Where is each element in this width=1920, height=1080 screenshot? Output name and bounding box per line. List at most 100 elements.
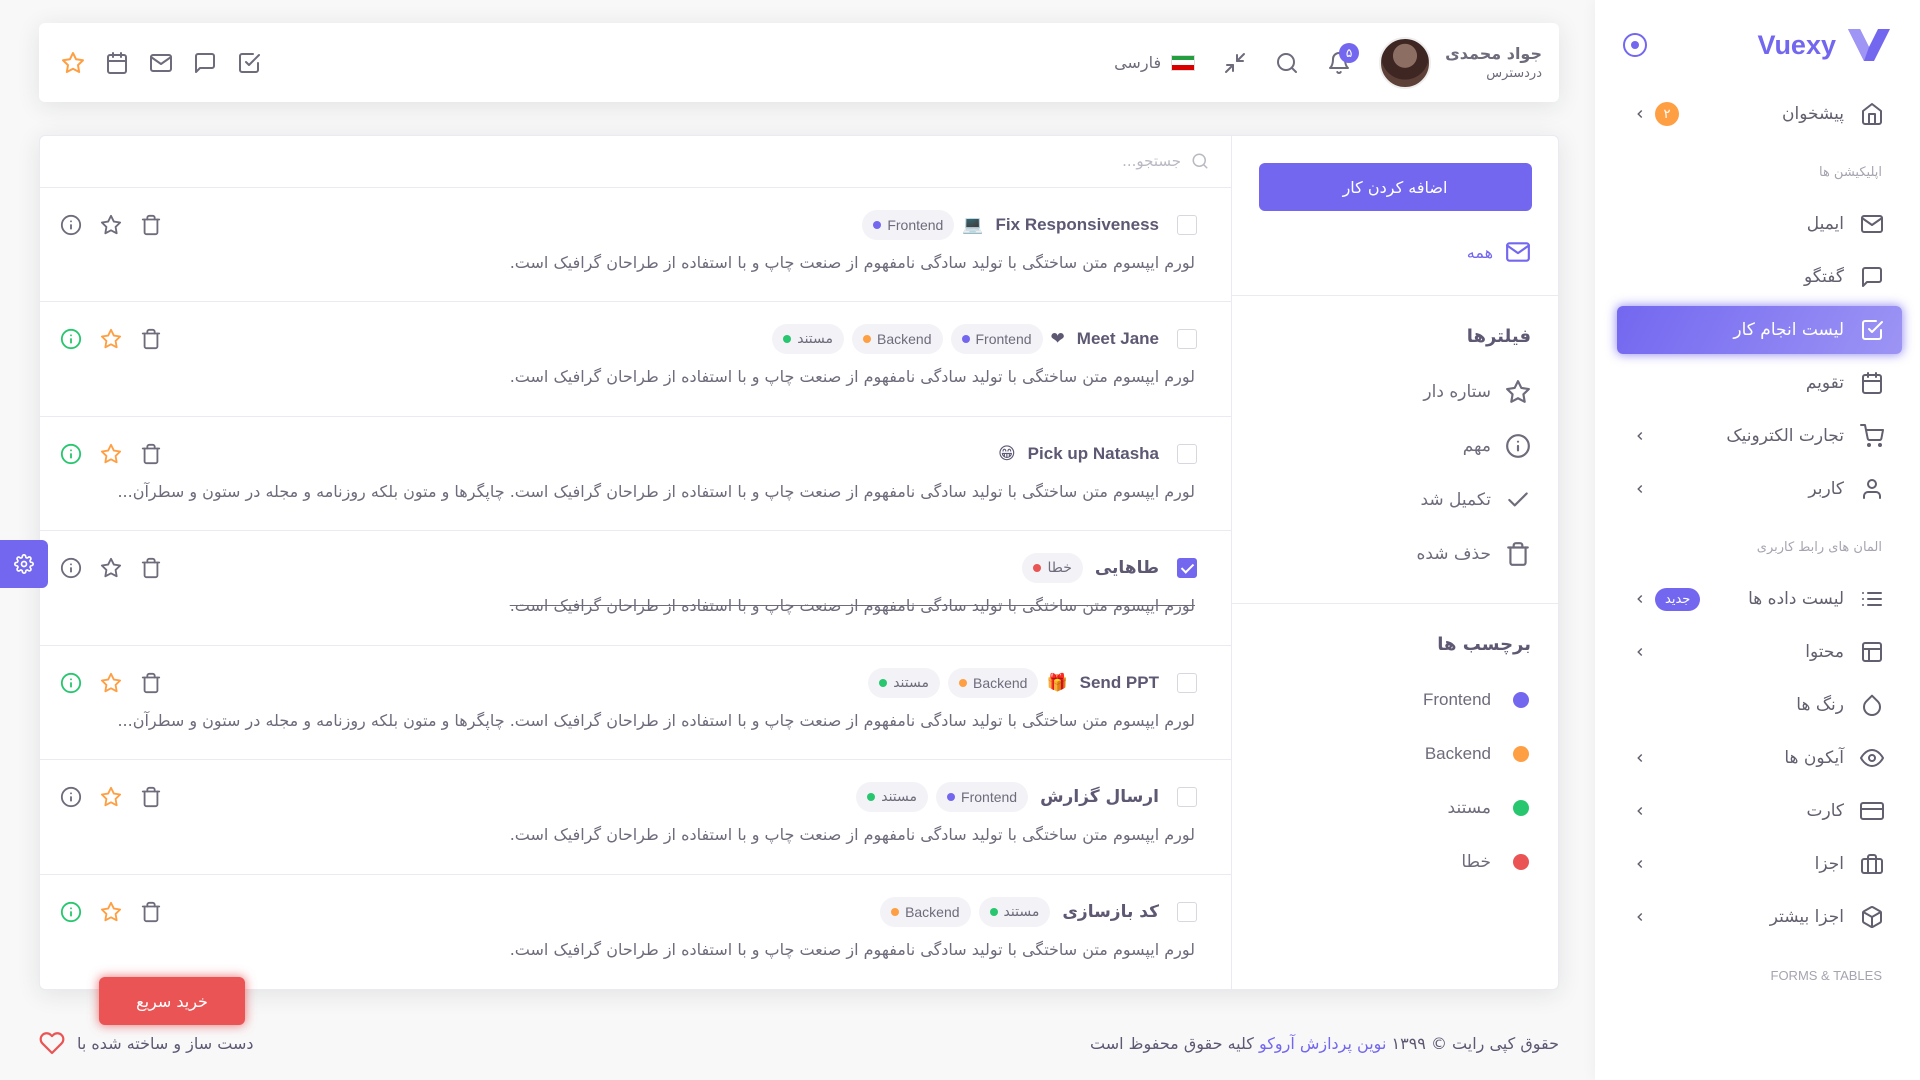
tag-label: Frontend	[1422, 690, 1491, 709]
task-item[interactable]: Fix Responsiveness 💻 Frontend لورم ایپسوم م…	[40, 188, 1231, 302]
filter-completed[interactable]: تکمیل شد	[1232, 473, 1558, 527]
task-checkbox[interactable]	[1177, 901, 1197, 922]
todo-bookmark[interactable]	[237, 51, 261, 75]
info-icon[interactable]	[60, 443, 82, 465]
star-icon[interactable]	[100, 328, 122, 350]
task-search	[40, 136, 1231, 188]
layout-icon	[1862, 642, 1882, 662]
avatar[interactable]	[1379, 36, 1432, 89]
info-icon[interactable]	[60, 557, 82, 579]
tag-doc[interactable]: مستند	[1232, 781, 1558, 835]
task-checkbox[interactable]	[1177, 787, 1197, 807]
task-item[interactable]: Pick up Natasha 😁 لورم ایپسوم متن ساختگی ب…	[40, 417, 1231, 531]
gear-icon	[14, 554, 34, 574]
search-button[interactable]	[1275, 51, 1299, 75]
task-checkbox[interactable]	[1177, 329, 1197, 349]
minimize-icon	[1225, 52, 1246, 73]
task-actions	[60, 328, 180, 350]
sidebar-item-content[interactable]: محتوا	[1617, 628, 1902, 676]
task-item[interactable]: ارسال گزارش Frontend مستند لورم ایپسوم متن …	[40, 760, 1231, 875]
sidebar-item-chat[interactable]: گفتگو	[1617, 253, 1902, 301]
sidebar-item-card[interactable]: کارت	[1617, 787, 1902, 835]
chevron-left-icon	[1637, 594, 1643, 604]
fullscreen-button[interactable]	[1223, 51, 1247, 75]
filter-all[interactable]: همه	[1232, 211, 1558, 296]
sidebar-item-user[interactable]: کاربر	[1617, 465, 1902, 513]
todo-list-panel: Fix Responsiveness 💻 Frontend لورم ایپسوم م…	[40, 136, 1231, 989]
notifications-button[interactable]: ۵	[1327, 42, 1360, 75]
task-actions	[60, 786, 180, 808]
task-description: لورم ایپسوم متن ساختگی با تولید سادگی نا…	[509, 367, 1195, 386]
sidebar-item-extra-components[interactable]: اجزا بیشتر	[1617, 893, 1902, 941]
new-badge: جدید	[1655, 587, 1701, 611]
sidebar-item-todo[interactable]: لیست انجام کار	[1617, 306, 1902, 354]
bookmark-star-button[interactable]	[61, 51, 85, 75]
trash-icon[interactable]	[140, 328, 162, 350]
brand[interactable]: Vuexy	[1595, 0, 1920, 90]
filter-deleted[interactable]: حذف شده	[1232, 527, 1558, 581]
chat-bookmark[interactable]	[193, 51, 217, 75]
sidebar-item-label: اجزا	[1814, 854, 1844, 874]
tag-bug[interactable]: خطا	[1232, 835, 1558, 889]
task-checkbox[interactable]	[1177, 672, 1197, 693]
chevron-left-icon	[1637, 431, 1643, 441]
buy-now-button[interactable]: خرید سریع	[99, 977, 245, 1025]
company-link[interactable]: نوین پردازش آروکو	[1259, 1034, 1386, 1053]
trash-icon[interactable]	[140, 214, 162, 236]
tag-dot-icon	[947, 793, 956, 801]
chevron-left-icon	[1637, 484, 1643, 494]
filter-starred[interactable]: ستاره دار	[1232, 365, 1558, 419]
sidebar-item-components[interactable]: اجزا	[1617, 840, 1902, 888]
sidebar-item-email[interactable]: ایمیل	[1617, 200, 1902, 248]
tag-dot-icon	[989, 907, 998, 916]
collapse-toggle-icon[interactable]	[1623, 33, 1647, 57]
tag-frontend[interactable]: Frontend	[1232, 673, 1558, 727]
task-item[interactable]: Send PPT 🎁 Backend مستند لورم ایپسوم متن ساخ…	[40, 646, 1231, 760]
info-icon[interactable]	[60, 786, 82, 808]
trash-icon[interactable]	[140, 443, 162, 465]
star-icon[interactable]	[100, 901, 122, 923]
task-checkbox[interactable]	[1177, 443, 1197, 464]
star-icon[interactable]	[100, 214, 122, 236]
task-tag-label: مستند	[1003, 903, 1040, 920]
copyright-text: حقوق کپی رایت © ۱۳۹۹ نوین پردازش آروکو ک…	[1090, 1034, 1559, 1053]
star-icon[interactable]	[100, 786, 122, 808]
task-item[interactable]: کد بازسازی مستند Backend لورم ایپسوم متن سا…	[40, 875, 1231, 990]
filter-important[interactable]: مهم	[1232, 419, 1558, 473]
trash-icon[interactable]	[140, 901, 162, 923]
task-item[interactable]: طاهایی خطا لورم ایپسوم متن ساختگی با تولید…	[40, 531, 1231, 646]
add-task-button[interactable]: اضافه کردن کار	[1258, 163, 1532, 211]
calendar-bookmark[interactable]	[105, 51, 129, 75]
chevron-left-icon	[1637, 806, 1643, 816]
search-input[interactable]	[62, 152, 1181, 171]
language-dropdown[interactable]: فارسی	[1114, 53, 1196, 72]
customizer-toggle[interactable]	[0, 540, 48, 588]
trash-icon[interactable]	[140, 557, 162, 579]
sidebar-item-data-list[interactable]: لیست داده ها جدید	[1617, 575, 1902, 623]
droplet-icon	[1863, 694, 1881, 716]
sidebar-item-icons[interactable]: آیکون ها	[1617, 734, 1902, 782]
sidebar-item-calendar[interactable]: تقویم	[1617, 359, 1902, 407]
info-icon[interactable]	[60, 901, 82, 923]
task-item[interactable]: Meet Jane ❤ Frontend Backend مستند لورم ایپسو…	[40, 302, 1231, 417]
task-checkbox[interactable]	[1177, 214, 1197, 235]
star-icon[interactable]	[100, 672, 122, 694]
task-checkbox[interactable]	[1177, 558, 1197, 578]
sidebar-item-colors[interactable]: رنگ ها	[1617, 681, 1902, 729]
filter-label: مهم	[1462, 436, 1491, 456]
task-actions	[60, 214, 180, 236]
info-icon[interactable]	[60, 672, 82, 694]
tag-backend[interactable]: Backend	[1232, 727, 1558, 781]
star-icon[interactable]	[100, 557, 122, 579]
info-icon[interactable]	[60, 214, 82, 236]
task-description: لورم ایپسوم متن ساختگی با تولید سادگی نا…	[509, 596, 1195, 615]
info-icon[interactable]	[60, 328, 82, 350]
trash-icon[interactable]	[140, 786, 162, 808]
calendar-icon	[1862, 372, 1882, 394]
sidebar-item-ecommerce[interactable]: تجارت الکترونیک	[1617, 412, 1902, 460]
user-dropdown[interactable]: جواد محمدی دردسترس	[1379, 36, 1542, 89]
star-icon[interactable]	[100, 443, 122, 465]
trash-icon[interactable]	[140, 672, 162, 694]
sidebar-item-dashboard[interactable]: پیشخوان ۲	[1617, 90, 1902, 138]
email-bookmark[interactable]	[149, 51, 173, 75]
